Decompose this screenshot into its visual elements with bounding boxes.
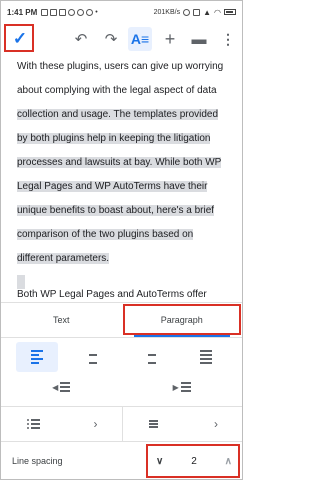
alarm-icon (183, 8, 191, 16)
alignment-row (1, 339, 242, 375)
instagram-icon (77, 8, 85, 16)
document-body[interactable]: With these plugins, users can give up wo… (1, 55, 242, 307)
undo-button[interactable]: ↶ (69, 27, 93, 51)
align-left-icon (31, 350, 44, 364)
network-speed: 201KB/s (153, 8, 181, 16)
numbered-list-icon (148, 420, 158, 428)
indent-row: ◀ ▶ (1, 373, 242, 401)
sim-icon (41, 8, 49, 16)
bulleted-list-icon (27, 419, 40, 429)
battery-icon (224, 9, 236, 15)
more-dot-icon: • (95, 8, 98, 16)
editor-toolbar: ✓ ↶ ↷ A≡ + ▬ ⋮ (1, 23, 242, 55)
line-spacing-stepper[interactable]: ∨ 2 ∧ (146, 444, 240, 478)
indent-increase-button[interactable]: ▶ (122, 373, 243, 401)
align-center-button[interactable] (72, 342, 114, 372)
gear-icon (68, 8, 76, 16)
indent-decrease-icon: ◀ (52, 382, 71, 392)
message-icon (50, 8, 58, 16)
chevron-up-icon[interactable]: ∧ (225, 456, 232, 467)
text-format-icon: A≡ (130, 31, 150, 47)
wifi-icon: ◠ (214, 7, 221, 17)
more-vert-icon: ⋮ (221, 31, 235, 47)
redo-button[interactable]: ↷ (99, 27, 123, 51)
list-row: › › (1, 406, 242, 442)
paragraph-tab-highlight (122, 304, 241, 335)
volte-icon (193, 8, 201, 16)
comment-icon: ▬ (191, 30, 207, 48)
indent-increase-icon: ▶ (173, 382, 191, 392)
bulleted-list-button[interactable]: › (1, 407, 122, 441)
selected-text[interactable]: collection and usage. The templates prov… (17, 109, 222, 264)
done-button[interactable]: ✓ (8, 27, 32, 51)
redo-icon: ↷ (104, 30, 118, 48)
gallery-icon (59, 8, 67, 16)
chevron-down-icon[interactable]: ∨ (156, 456, 163, 467)
app-frame: 1:41 PM • 201KB/s ▲ ◠ ✓ ↶ ↷ A≡ + ▬ ⋮ Wit… (0, 0, 243, 480)
insert-button[interactable]: + (158, 27, 182, 51)
blank-line (17, 271, 226, 290)
format-tabs: Text Paragraph (1, 302, 242, 338)
align-justify-button[interactable] (185, 342, 227, 372)
check-icon: ✓ (12, 29, 28, 48)
tab-text[interactable]: Text (1, 303, 122, 337)
indent-decrease-button[interactable]: ◀ (1, 373, 122, 401)
align-left-button[interactable] (16, 342, 59, 372)
chevron-right-icon[interactable]: › (214, 417, 218, 431)
paragraph-1-text: With these plugins, users can give up wo… (17, 61, 224, 96)
tab-paragraph[interactable]: Paragraph (122, 303, 243, 337)
text-format-button[interactable]: A≡ (128, 27, 152, 51)
line-spacing-label: Line spacing (12, 455, 63, 466)
line-spacing-row: Line spacing ∨ 2 ∧ (1, 442, 242, 479)
line-spacing-value: 2 (191, 455, 197, 467)
more-options-button[interactable]: ⋮ (216, 27, 240, 51)
tab-text-label: Text (52, 315, 70, 325)
plus-icon: + (164, 29, 176, 49)
paragraph-1[interactable]: With these plugins, users can give up wo… (17, 55, 226, 271)
signal-icon: ▲ (203, 7, 212, 17)
chevron-right-icon[interactable]: › (94, 417, 98, 431)
align-right-button[interactable] (129, 342, 171, 372)
align-center-icon (87, 350, 99, 364)
numbered-list-button[interactable]: › (121, 407, 243, 441)
status-time: 1:41 PM (7, 7, 38, 17)
facebook-icon (86, 8, 94, 16)
align-justify-icon (199, 350, 212, 364)
undo-icon: ↶ (74, 30, 88, 48)
comment-button[interactable]: ▬ (187, 27, 211, 51)
status-bar: 1:41 PM • 201KB/s ▲ ◠ (1, 1, 242, 23)
align-right-icon (144, 350, 156, 364)
